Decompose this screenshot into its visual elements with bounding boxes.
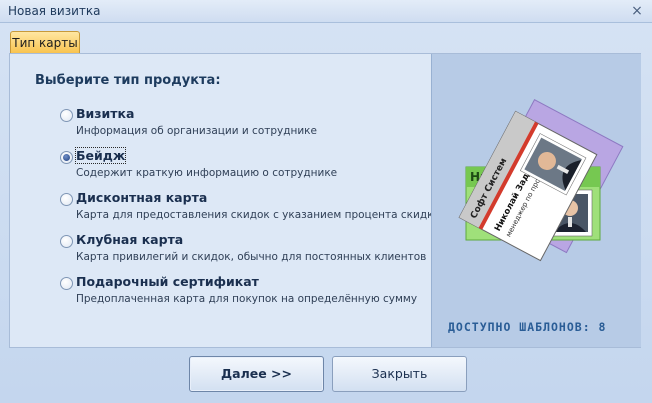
tab-panel: Выберите тип продукта: Визитка Информаци… (9, 53, 641, 348)
radio-discount-card[interactable] (60, 193, 73, 206)
option-title[interactable]: Бейдж (74, 147, 127, 164)
option-title[interactable]: Подарочный сертификат (76, 274, 259, 289)
option-badge[interactable]: Бейдж Содержит краткую информацию о сотр… (60, 147, 430, 188)
option-title[interactable]: Визитка (76, 106, 134, 121)
title-bar: Новая визитка × (0, 0, 652, 23)
templates-count: ДОСТУПНО ШАБЛОНОВ: 8 (448, 320, 607, 334)
radio-club-card[interactable] (60, 235, 73, 248)
option-title[interactable]: Клубная карта (76, 232, 183, 247)
option-description: Информация об организации и сотруднике (76, 125, 317, 137)
option-discount-card[interactable]: Дисконтная карта Карта для предоставлени… (60, 190, 440, 230)
option-gift-certificate[interactable]: Подарочный сертификат Предоплаченная кар… (60, 274, 430, 314)
badge-preview-illustration: Ни Софт Систем Николай Задорнов менеджер… (458, 98, 624, 262)
product-type-list: Выберите тип продукта: Визитка Информаци… (10, 54, 440, 347)
radio-gift-certificate[interactable] (60, 277, 73, 290)
option-title[interactable]: Дисконтная карта (76, 190, 207, 205)
option-business-card[interactable]: Визитка Информация об организации и сотр… (60, 106, 430, 146)
dialog-window: Новая визитка × Тип карты Выберите тип п… (0, 0, 652, 403)
template-preview: Ни Софт Систем Николай Задорнов менеджер… (431, 54, 641, 347)
option-club-card[interactable]: Клубная карта Карта привилегий и скидок,… (60, 232, 430, 272)
option-description: Карта для предоставления скидок с указан… (76, 209, 441, 221)
tab-card-type[interactable]: Тип карты (10, 31, 80, 54)
window-title: Новая визитка (8, 4, 101, 18)
radio-badge[interactable] (60, 151, 73, 164)
choose-product-heading: Выберите тип продукта: (35, 73, 221, 88)
radio-business-card[interactable] (60, 109, 73, 122)
close-button[interactable]: Закрыть (332, 356, 467, 392)
close-icon[interactable]: × (628, 2, 646, 20)
option-description: Карта привилегий и скидок, обычно для по… (76, 251, 427, 263)
option-description: Предоплаченная карта для покупок на опре… (76, 293, 418, 305)
option-description: Содержит краткую информацию о сотруднике (76, 167, 338, 179)
next-button[interactable]: Далее >> (189, 356, 324, 392)
